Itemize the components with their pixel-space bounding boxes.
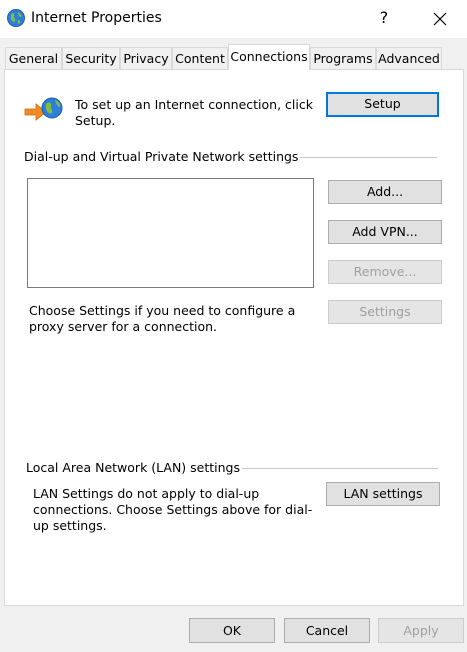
lan-group-divider [220,468,438,469]
tab-connections[interactable]: Connections [228,44,310,70]
proxy-description: Choose Settings if you need to configure… [29,303,296,334]
tab-advanced[interactable]: Advanced [376,47,442,69]
setup-button[interactable]: Setup [326,92,439,117]
window-title: Internet Properties [31,10,162,26]
settings-button[interactable]: Settings [328,300,442,324]
lan-settings-button[interactable]: LAN settings [326,482,440,506]
help-button[interactable]: ? [373,7,395,29]
tab-content[interactable]: Content [172,47,228,69]
add-button[interactable]: Add... [328,180,442,204]
vpn-group-label: Dial-up and Virtual Private Network sett… [24,149,301,164]
tab-programs[interactable]: Programs [310,47,376,69]
setup-description: To set up an Internet connection, click … [75,97,313,128]
cancel-button[interactable]: Cancel [284,618,370,643]
tab-privacy[interactable]: Privacy [120,47,172,69]
remove-button[interactable]: Remove... [328,260,442,284]
lan-group-label: Local Area Network (LAN) settings [26,460,243,475]
title-bar: Internet Properties ? [0,0,467,38]
tab-security[interactable]: Security [62,47,120,69]
connections-list[interactable] [27,178,314,288]
tab-general[interactable]: General [5,47,62,69]
lan-description: LAN Settings do not apply to dial-up con… [33,486,313,533]
globe-icon [7,9,25,27]
add-vpn-button[interactable]: Add VPN... [328,220,442,244]
close-icon[interactable] [427,6,453,32]
network-wizard-icon [24,97,63,121]
apply-button[interactable]: Apply [378,618,464,643]
ok-button[interactable]: OK [189,618,275,643]
